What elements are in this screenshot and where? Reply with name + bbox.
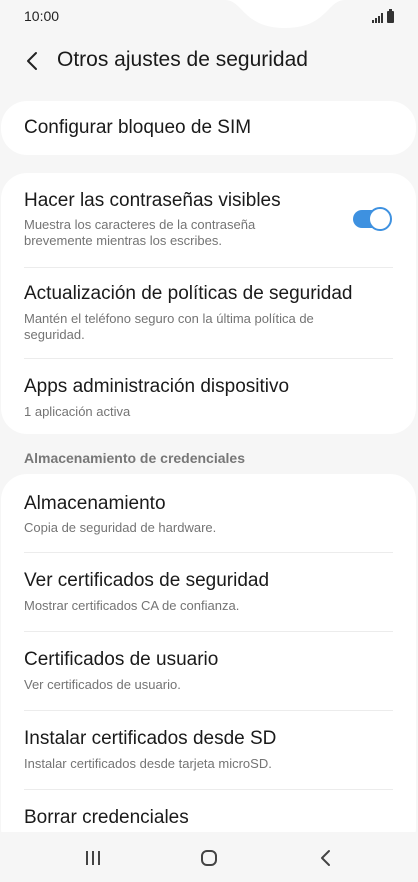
- sim-lock-label: Configurar bloqueo de SIM: [24, 117, 252, 138]
- password-visible-toggle[interactable]: [353, 207, 392, 231]
- install-certs-sd-subtitle: Instalar certificados desde tarjeta micr…: [24, 756, 272, 771]
- credentials-section-header: Almacenamiento de credenciales: [24, 450, 245, 466]
- recent-apps-icon[interactable]: [79, 846, 107, 870]
- view-security-certs-title: Ver certificados de seguridad: [24, 570, 270, 591]
- sim-lock-card: Configurar bloqueo de SIM: [1, 101, 416, 155]
- status-bar: 10:00: [0, 0, 418, 34]
- user-certs-subtitle: Ver certificados de usuario.: [24, 677, 181, 692]
- home-icon[interactable]: [195, 846, 223, 870]
- password-visible-title: Hacer las contraseñas visibles: [24, 190, 281, 211]
- security-policy-item[interactable]: Actualización de políticas de seguridad …: [1, 268, 416, 358]
- credentials-card: Almacenamiento Copia de seguridad de har…: [1, 474, 416, 854]
- sim-lock-item[interactable]: Configurar bloqueo de SIM: [1, 101, 416, 155]
- install-certs-sd-title: Instalar certificados desde SD: [24, 728, 277, 749]
- view-security-certs-item[interactable]: Ver certificados de seguridad Mostrar ce…: [1, 553, 416, 631]
- storage-title: Almacenamiento: [24, 493, 166, 514]
- security-policy-subtitle: Mantén el teléfono seguro con la última …: [24, 311, 314, 342]
- device-admin-apps-subtitle: 1 aplicación activa: [24, 404, 131, 419]
- user-certs-item[interactable]: Certificados de usuario Ver certificados…: [1, 632, 416, 710]
- status-icons: [372, 9, 394, 23]
- clear-credentials-title: Borrar credenciales: [24, 807, 189, 828]
- storage-item[interactable]: Almacenamiento Copia de seguridad de har…: [1, 474, 416, 552]
- storage-subtitle: Copia de seguridad de hardware.: [24, 520, 217, 535]
- back-arrow-icon[interactable]: [22, 50, 44, 72]
- signal-icon: [372, 13, 383, 23]
- user-certs-title: Certificados de usuario: [24, 649, 219, 670]
- page-title: Otros ajustes de seguridad: [57, 48, 308, 71]
- device-admin-apps-title: Apps administración dispositivo: [24, 376, 290, 397]
- security-policy-title: Actualización de políticas de seguridad: [24, 283, 353, 304]
- back-nav-icon[interactable]: [312, 846, 340, 870]
- app-header: Otros ajustes de seguridad: [0, 38, 418, 84]
- install-certs-sd-item[interactable]: Instalar certificados desde SD Instalar …: [1, 711, 416, 789]
- toggle-knob: [368, 207, 392, 231]
- navigation-bar: [0, 832, 418, 882]
- password-visible-subtitle: Muestra los caracteres de la contraseña …: [24, 217, 256, 248]
- status-time: 10:00: [24, 8, 60, 24]
- view-security-certs-subtitle: Mostrar certificados CA de confianza.: [24, 598, 240, 613]
- device-admin-apps-item[interactable]: Apps administración dispositivo 1 aplica…: [1, 359, 416, 434]
- camera-notch: [225, 0, 345, 28]
- battery-icon: [387, 9, 394, 23]
